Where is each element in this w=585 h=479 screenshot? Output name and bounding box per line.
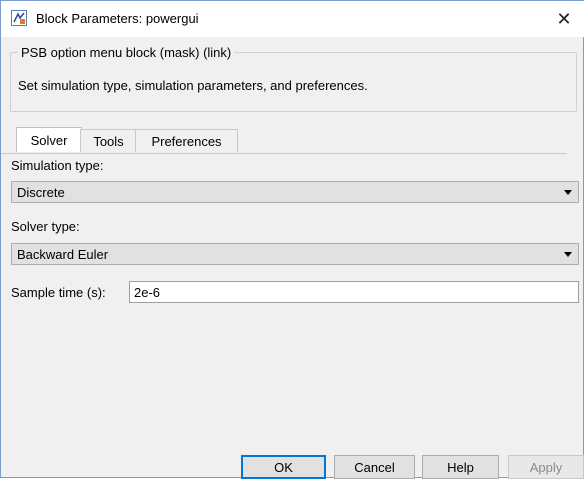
sample-time-input[interactable] (129, 281, 579, 303)
cancel-button-label: Cancel (354, 459, 395, 475)
solver-type-value: Backward Euler (17, 247, 109, 262)
simulink-block-icon (11, 10, 27, 26)
tab-label: Tools (93, 133, 124, 149)
cancel-button[interactable]: Cancel (334, 455, 415, 479)
tab-tools[interactable]: Tools (80, 129, 137, 152)
group-legend: PSB option menu block (mask) (link) (18, 45, 235, 60)
tab-solver[interactable]: Solver (16, 127, 82, 152)
tab-label: Solver (30, 132, 68, 148)
close-icon[interactable]: ✕ (544, 1, 584, 37)
tab-label: Preferences (151, 133, 222, 149)
window-title: Block Parameters: powergui (36, 11, 199, 26)
simulation-type-dropdown[interactable]: Discrete (11, 181, 579, 203)
solver-type-label: Solver type: (11, 219, 80, 234)
ok-button[interactable]: OK (241, 455, 326, 479)
solver-type-dropdown[interactable]: Backward Euler (11, 243, 579, 265)
mask-description: Set simulation type, simulation paramete… (18, 78, 368, 93)
chevron-down-icon (564, 190, 572, 195)
simulation-type-value: Discrete (17, 185, 65, 200)
help-button[interactable]: Help (422, 455, 499, 479)
tab-divider (1, 153, 567, 154)
tab-preferences[interactable]: Preferences (135, 129, 238, 152)
ok-button-label: OK (274, 459, 293, 475)
apply-button-label: Apply (529, 459, 563, 475)
sample-time-label: Sample time (s): (11, 285, 106, 300)
simulation-type-label: Simulation type: (11, 158, 104, 173)
title-bar[interactable]: Block Parameters: powergui ✕ (1, 0, 584, 37)
apply-button[interactable]: Apply (508, 455, 584, 479)
dialog-window: Block Parameters: powergui ✕ PSB option … (0, 0, 584, 479)
chevron-down-icon (564, 252, 572, 257)
help-button-label: Help (447, 459, 474, 475)
